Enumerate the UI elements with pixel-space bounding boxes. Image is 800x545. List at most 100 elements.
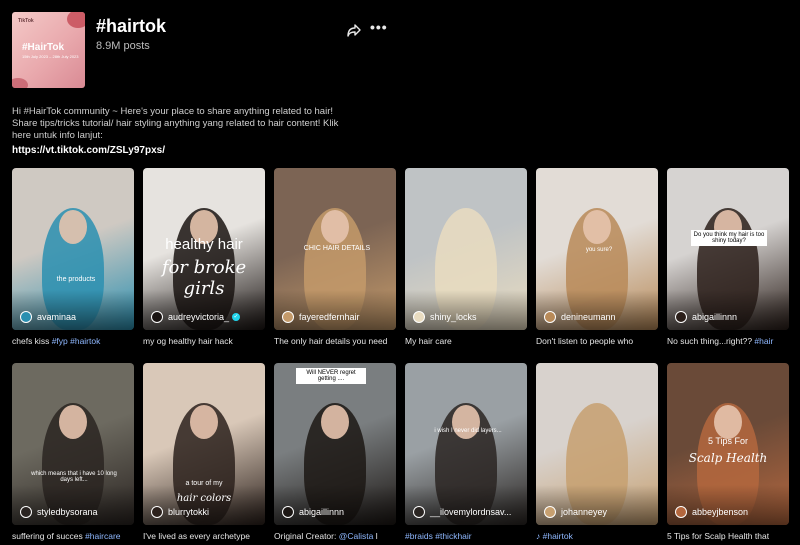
caption-hashtags[interactable]: #braids #thickhair bbox=[405, 531, 472, 541]
description-link[interactable]: https://vt.tiktok.com/ZSLy97pxs/ bbox=[12, 145, 165, 156]
caption-text: my og healthy hair hack bbox=[143, 336, 233, 346]
video-thumbnail[interactable]: johanneyey bbox=[536, 363, 658, 525]
caption-text: chefs kiss bbox=[12, 336, 52, 346]
caption-text: Don't listen to people who bbox=[536, 336, 634, 346]
video-author[interactable]: johanneyey bbox=[544, 506, 607, 518]
avatar[interactable] bbox=[282, 506, 294, 518]
video-thumbnail[interactable]: healthy hair for broke girls audreyvictori… bbox=[143, 168, 265, 330]
challenge-header: TikTok #HairTok 15th July 2023 – 28th Ju… bbox=[12, 12, 392, 92]
avatar[interactable] bbox=[151, 311, 163, 323]
video-overlay-text-secondary: Scalp Health bbox=[688, 451, 768, 465]
caption-text: The only hair details you need bbox=[274, 336, 388, 346]
share-icon[interactable] bbox=[346, 22, 362, 38]
video-thumbnail[interactable]: 5 Tips For Scalp Health abbeyjbenson bbox=[667, 363, 789, 525]
video-caption[interactable]: ♪ #hairtok bbox=[536, 531, 666, 541]
caption-hashtags[interactable]: ♪ #hairtok bbox=[536, 531, 573, 541]
video-caption[interactable]: No such thing...right?? #hair bbox=[667, 336, 797, 346]
video-caption[interactable]: My hair care bbox=[405, 336, 535, 346]
username[interactable]: __ilovemylordnsav... bbox=[430, 507, 511, 517]
video-overlay-text-secondary: for broke girls bbox=[161, 257, 247, 299]
caption-hashtags[interactable]: #haircare bbox=[85, 531, 120, 541]
video-caption[interactable]: Don't listen to people who bbox=[536, 336, 666, 346]
video-thumbnail[interactable]: which means that i have 10 long days lef… bbox=[12, 363, 134, 525]
username[interactable]: audreyvictoria_ bbox=[168, 312, 229, 322]
avatar[interactable] bbox=[544, 506, 556, 518]
video-thumbnail[interactable]: i wish I never did layers... __ilovemylor… bbox=[405, 363, 527, 525]
post-count: 8.9M posts bbox=[96, 40, 150, 52]
video-caption[interactable]: suffering of succes #haircare bbox=[12, 531, 142, 541]
video-caption[interactable]: #braids #thickhair bbox=[405, 531, 535, 541]
thumbnail-gradient bbox=[667, 485, 789, 525]
video-overlay-text: the products bbox=[56, 276, 96, 283]
video-overlay-text: which means that i have 10 long days lef… bbox=[31, 471, 117, 483]
video-author[interactable]: shiny_locks bbox=[413, 311, 477, 323]
cover-subtitle: 15th July 2023 – 28th July 2023 bbox=[22, 54, 79, 59]
video-author[interactable]: avaminaa bbox=[20, 311, 76, 323]
avatar[interactable] bbox=[675, 311, 687, 323]
video-thumbnail[interactable]: Will NEVER regret getting .... abigaillin… bbox=[274, 363, 396, 525]
avatar[interactable] bbox=[675, 506, 687, 518]
video-caption[interactable]: I've lived as every archetype bbox=[143, 531, 273, 541]
video-caption[interactable]: The only hair details you need bbox=[274, 336, 404, 346]
caption-hashtags[interactable]: @Calista bbox=[339, 531, 374, 541]
avatar[interactable] bbox=[413, 506, 425, 518]
video-overlay-text: 5 Tips For bbox=[707, 436, 748, 446]
username[interactable]: avaminaa bbox=[37, 312, 76, 322]
caption-hashtags[interactable]: #fyp #hairtok bbox=[52, 336, 101, 346]
thumbnail-face bbox=[59, 405, 87, 439]
username[interactable]: johanneyey bbox=[561, 507, 607, 517]
avatar[interactable] bbox=[413, 311, 425, 323]
thumbnail-gradient bbox=[12, 290, 134, 330]
avatar[interactable] bbox=[151, 506, 163, 518]
thumbnail-gradient bbox=[274, 485, 396, 525]
username[interactable]: abigaillinnn bbox=[299, 507, 344, 517]
video-thumbnail[interactable]: CHIC HAIR DETAILS fayeredfernhair bbox=[274, 168, 396, 330]
thumbnail-face bbox=[321, 210, 349, 244]
video-caption[interactable]: chefs kiss #fyp #hairtok bbox=[12, 336, 142, 346]
video-overlay-text: Will NEVER regret getting .... bbox=[296, 368, 366, 384]
avatar[interactable] bbox=[20, 311, 32, 323]
username[interactable]: shiny_locks bbox=[430, 312, 477, 322]
caption-hashtags[interactable]: #hair bbox=[754, 336, 773, 346]
video-author[interactable]: denineumann bbox=[544, 311, 616, 323]
video-overlay-text-secondary: hair colors bbox=[176, 493, 232, 504]
thumbnail-face bbox=[321, 405, 349, 439]
video-author[interactable]: blurrytokki bbox=[151, 506, 209, 518]
username[interactable]: abigaillinnn bbox=[692, 312, 737, 322]
cover-brand: TikTok bbox=[18, 18, 34, 24]
video-thumbnail[interactable]: a tour of my hair colors blurrytokki bbox=[143, 363, 265, 525]
thumbnail-gradient bbox=[405, 290, 527, 330]
video-thumbnail[interactable]: Do you think my hair is too shiny today?… bbox=[667, 168, 789, 330]
video-caption[interactable]: 5 Tips for Scalp Health that bbox=[667, 531, 797, 541]
video-author[interactable]: __ilovemylordnsav... bbox=[413, 506, 511, 518]
avatar[interactable] bbox=[282, 311, 294, 323]
cover-decoration bbox=[12, 78, 28, 88]
avatar[interactable] bbox=[20, 506, 32, 518]
avatar[interactable] bbox=[544, 311, 556, 323]
video-author[interactable]: audreyvictoria_ ✓ bbox=[151, 311, 241, 323]
video-author[interactable]: abbeyjbenson bbox=[675, 506, 748, 518]
caption-text: 5 Tips for Scalp Health that bbox=[667, 531, 770, 541]
more-icon[interactable]: ••• bbox=[370, 20, 388, 34]
video-overlay-text: healthy hair bbox=[165, 236, 243, 253]
thumbnail-face bbox=[59, 210, 87, 244]
cover-decoration bbox=[67, 12, 85, 28]
username[interactable]: denineumann bbox=[561, 312, 616, 322]
username[interactable]: styledbysorana bbox=[37, 507, 98, 517]
video-caption[interactable]: Original Creator: @Calista l bbox=[274, 531, 404, 541]
video-author[interactable]: abigaillinnn bbox=[675, 311, 737, 323]
video-author[interactable]: abigaillinnn bbox=[282, 506, 344, 518]
video-thumbnail[interactable]: shiny_locks bbox=[405, 168, 527, 330]
video-thumbnail[interactable]: you sure? denineumann bbox=[536, 168, 658, 330]
video-thumbnail[interactable]: the products avaminaa bbox=[12, 168, 134, 330]
video-author[interactable]: styledbysorana bbox=[20, 506, 98, 518]
verified-badge-icon: ✓ bbox=[232, 313, 241, 321]
thumbnail-gradient bbox=[12, 485, 134, 525]
username[interactable]: fayeredfernhair bbox=[299, 312, 360, 322]
video-caption[interactable]: my og healthy hair hack bbox=[143, 336, 273, 346]
caption-text: No such thing...right?? bbox=[667, 336, 755, 346]
thumbnail-gradient bbox=[536, 485, 658, 525]
video-author[interactable]: fayeredfernhair bbox=[282, 311, 360, 323]
username[interactable]: blurrytokki bbox=[168, 507, 209, 517]
username[interactable]: abbeyjbenson bbox=[692, 507, 748, 517]
